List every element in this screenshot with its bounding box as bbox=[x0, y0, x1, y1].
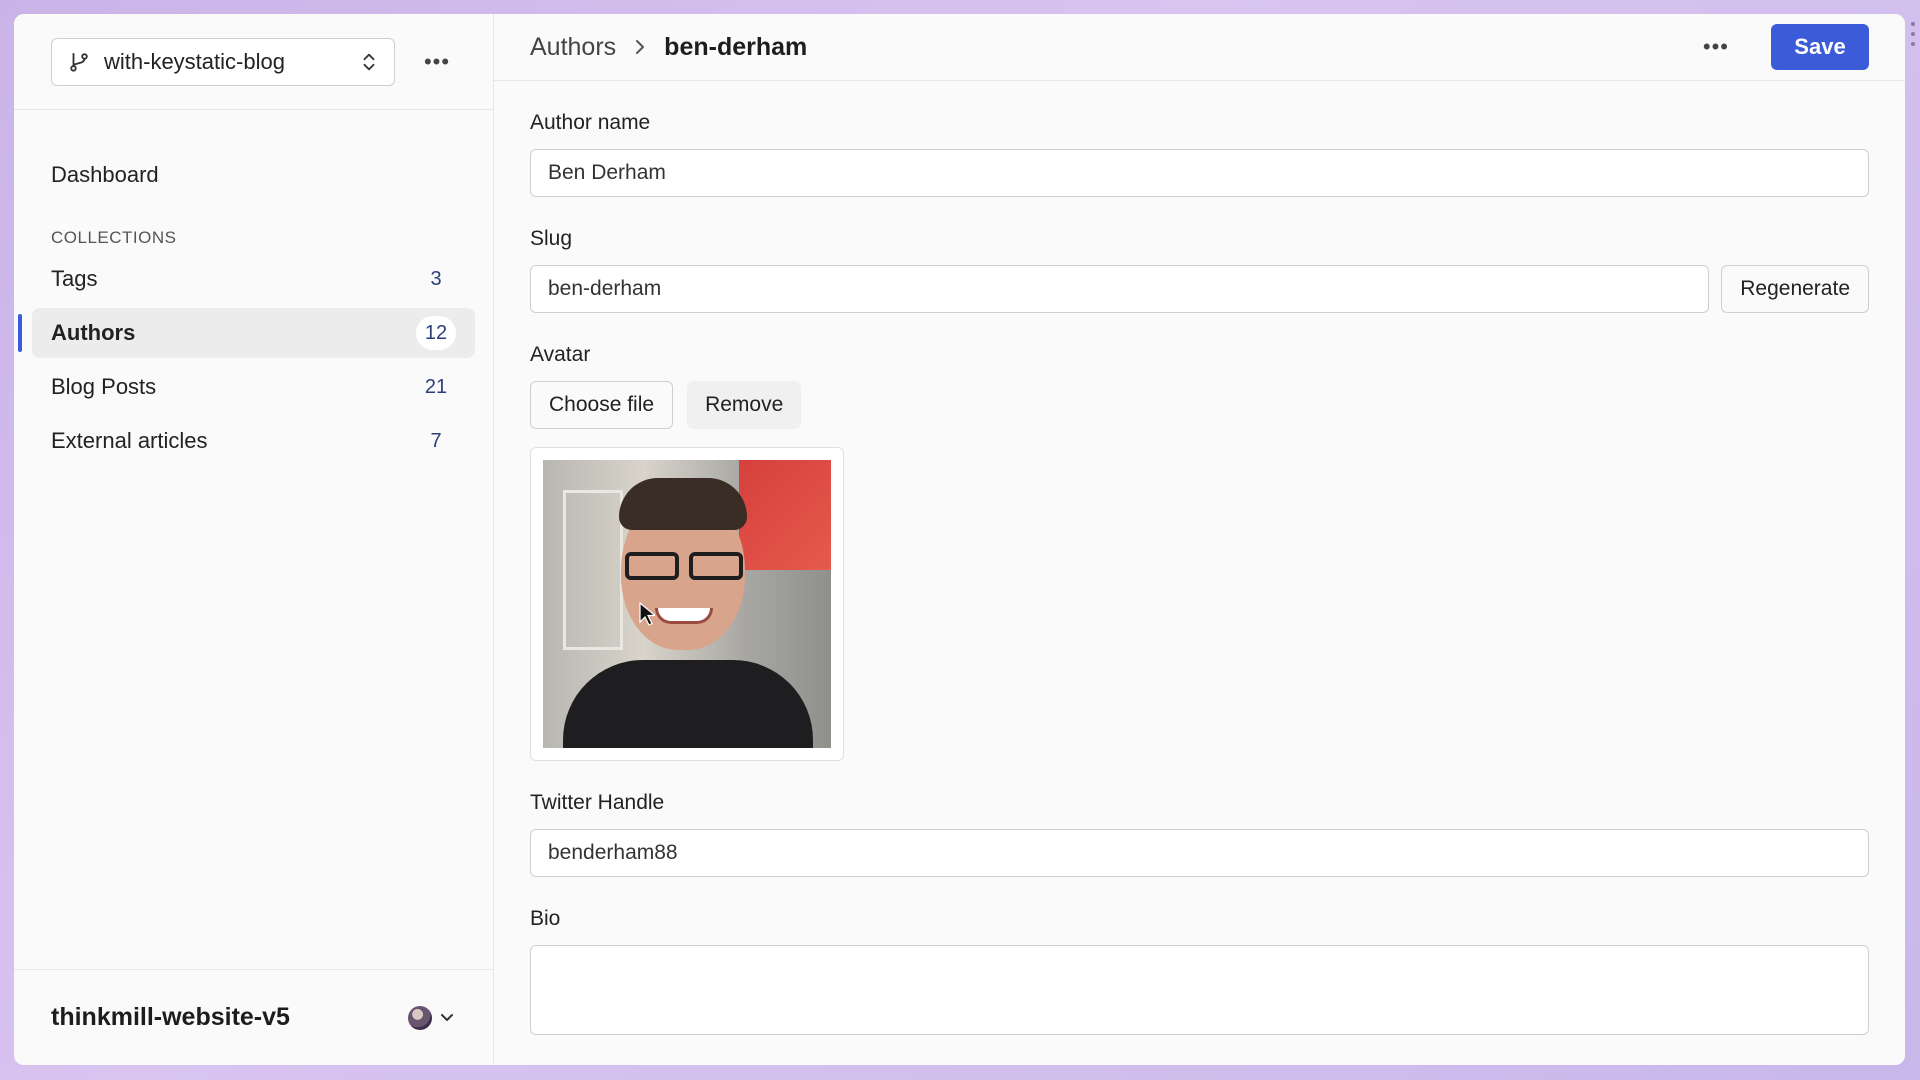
git-branch-icon bbox=[70, 52, 88, 72]
window-handle-icon bbox=[1911, 22, 1915, 46]
author-name-field: Author name Ben Derham bbox=[530, 111, 1869, 197]
sidebar-header: with-keystatic-blog ••• bbox=[14, 14, 493, 110]
chevron-down-icon bbox=[441, 1013, 453, 1021]
sidebar-more-button[interactable]: ••• bbox=[421, 46, 453, 78]
more-horizontal-icon: ••• bbox=[423, 48, 451, 74]
sidebar-item-dashboard[interactable]: Dashboard bbox=[32, 150, 475, 200]
count-badge: 3 bbox=[430, 267, 442, 290]
chevron-right-icon bbox=[636, 40, 645, 54]
sidebar-item-external-articles[interactable]: External articles 7 bbox=[32, 416, 475, 466]
sidebar-item-blog-posts[interactable]: Blog Posts 21 bbox=[32, 362, 475, 412]
chevron-up-down-icon bbox=[363, 53, 375, 70]
sidebar-item-label: External articles bbox=[51, 428, 208, 453]
sidebar-item-label: Authors bbox=[51, 320, 136, 345]
sidebar: with-keystatic-blog ••• Dashboard COLLEC… bbox=[14, 14, 494, 1065]
project-name: thinkmill-website-v5 bbox=[51, 1003, 290, 1031]
count-badge: 12 bbox=[416, 316, 456, 350]
author-name-input[interactable]: Ben Derham bbox=[530, 149, 1869, 197]
app-window: with-keystatic-blog ••• Dashboard COLLEC… bbox=[14, 14, 1905, 1065]
remove-button[interactable]: Remove bbox=[687, 381, 802, 429]
avatar-preview bbox=[530, 447, 844, 761]
sidebar-footer: thinkmill-website-v5 bbox=[14, 969, 493, 1065]
bio-field: Bio bbox=[530, 907, 1869, 1035]
choose-file-button[interactable]: Choose file bbox=[530, 381, 674, 429]
slug-input[interactable]: ben-derham bbox=[530, 265, 1710, 313]
sidebar-nav: Dashboard COLLECTIONS Tags 3 Authors 12 … bbox=[14, 110, 493, 969]
field-label: Avatar bbox=[530, 343, 591, 366]
twitter-field: Twitter Handle benderham88 bbox=[530, 791, 1869, 877]
more-horizontal-icon: ••• bbox=[1702, 34, 1729, 59]
main-content: Authors ben-derham ••• Save Author name … bbox=[494, 14, 1905, 1065]
field-label: Slug bbox=[530, 227, 573, 250]
branch-name: with-keystatic-blog bbox=[104, 48, 285, 74]
field-label: Author name bbox=[530, 111, 651, 134]
breadcrumb: Authors ben-derham bbox=[530, 33, 1703, 62]
user-menu-button[interactable] bbox=[408, 1005, 456, 1030]
branch-picker[interactable]: with-keystatic-blog bbox=[51, 37, 395, 86]
avatar bbox=[408, 1005, 432, 1030]
count-badge: 21 bbox=[424, 375, 448, 398]
sidebar-item-authors[interactable]: Authors 12 bbox=[18, 308, 475, 358]
slug-field: Slug ben-derham Regenerate bbox=[530, 227, 1869, 313]
save-button[interactable]: Save bbox=[1771, 24, 1869, 70]
collections-heading: COLLECTIONS bbox=[51, 228, 177, 247]
breadcrumb-authors-link[interactable]: Authors bbox=[530, 33, 616, 62]
sidebar-item-label: Blog Posts bbox=[51, 374, 157, 399]
main-header: Authors ben-derham ••• Save bbox=[494, 14, 1905, 81]
entry-more-button[interactable]: ••• bbox=[1703, 34, 1729, 60]
sidebar-item-tags[interactable]: Tags 3 bbox=[32, 254, 475, 304]
sidebar-item-label: Dashboard bbox=[51, 162, 159, 187]
page-title: ben-derham bbox=[664, 32, 808, 61]
field-label: Bio bbox=[530, 907, 561, 930]
count-badge: 7 bbox=[430, 429, 442, 452]
mouse-cursor-icon bbox=[639, 602, 655, 626]
twitter-handle-input[interactable]: benderham88 bbox=[530, 829, 1869, 877]
sidebar-item-label: Tags bbox=[51, 266, 98, 291]
regenerate-button[interactable]: Regenerate bbox=[1721, 265, 1869, 313]
avatar-image bbox=[543, 460, 831, 748]
avatar-field: Avatar Choose file Remove bbox=[530, 343, 1869, 761]
field-label: Twitter Handle bbox=[530, 791, 665, 814]
bio-textarea[interactable] bbox=[530, 945, 1869, 1035]
entry-form: Author name Ben Derham Slug ben-derham R… bbox=[494, 81, 1905, 1065]
